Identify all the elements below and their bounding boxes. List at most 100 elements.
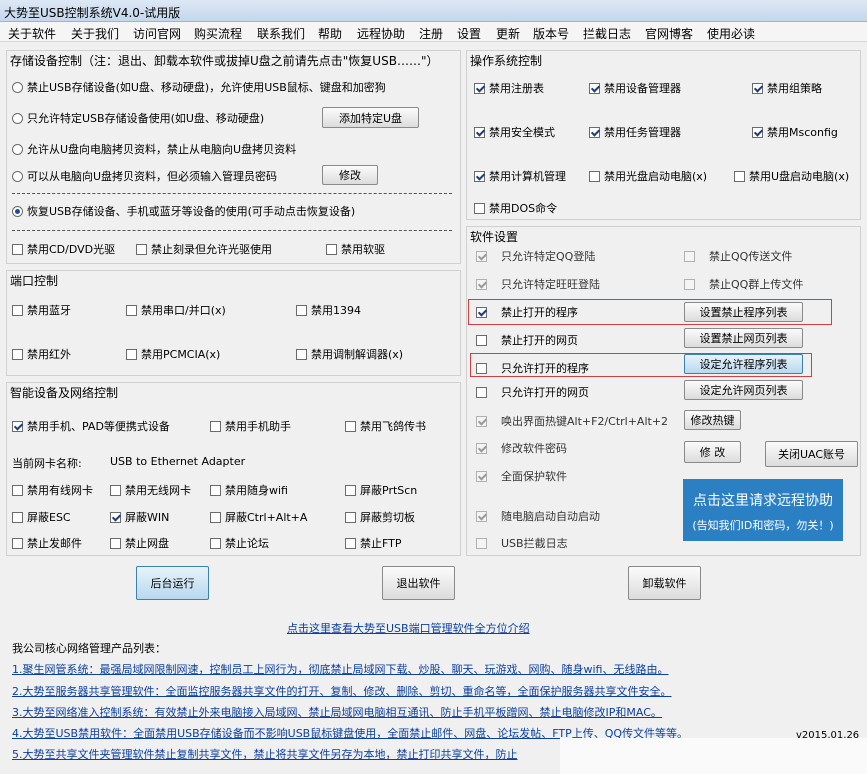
check-block-qq-file[interactable]: 禁止QQ传送文件: [684, 248, 792, 264]
check-disable-modem[interactable]: 禁用调制解调器(x): [296, 346, 403, 362]
product-link-1[interactable]: 1.聚生网管系统：最强局域网限制网速，控制员工上网行为，彻底禁止局域网下载、炒股…: [12, 661, 668, 677]
check-block-programs[interactable]: 禁止打开的程序: [476, 304, 578, 320]
menu-remote-assist[interactable]: 远程协助: [357, 25, 405, 42]
checkbox[interactable]: [476, 470, 487, 482]
check-block-ftp[interactable]: 禁止FTP: [345, 535, 402, 551]
product-link-2[interactable]: 2.大势至服务器共享管理软件：全面监控服务器共享文件的打开、复制、修改、删除、剪…: [12, 683, 672, 699]
checkbox[interactable]: [326, 243, 337, 255]
checkbox[interactable]: [210, 484, 221, 496]
checkbox[interactable]: [110, 537, 121, 549]
check-disable-bluetooth[interactable]: 禁用蓝牙: [12, 302, 71, 318]
check-allow-only-webpages[interactable]: 只允许打开的网页: [476, 384, 589, 400]
checkbox[interactable]: [210, 537, 221, 549]
checkbox[interactable]: [110, 511, 121, 523]
menu-contact[interactable]: 联系我们: [257, 25, 305, 42]
checkbox[interactable]: [12, 537, 23, 549]
checkbox[interactable]: [12, 304, 23, 316]
checkbox[interactable]: [684, 278, 695, 290]
checkbox[interactable]: [210, 511, 221, 523]
check-disable-safe-mode[interactable]: 禁用安全模式: [474, 124, 555, 140]
check-block-email[interactable]: 禁止发邮件: [12, 535, 82, 551]
checkbox[interactable]: [476, 537, 487, 549]
check-usb-block-log[interactable]: USB拦截日志: [476, 535, 568, 551]
modify-hotkey-button[interactable]: 修改热键: [684, 410, 741, 430]
checkbox[interactable]: [476, 362, 487, 374]
add-specific-usb-button[interactable]: 添加特定U盘: [322, 107, 419, 128]
menu-register[interactable]: 注册: [419, 25, 443, 42]
set-allowed-programs-button[interactable]: 设定允许程序列表: [684, 354, 803, 374]
checkbox[interactable]: [126, 304, 137, 316]
check-disable-group-policy[interactable]: 禁用组策略: [752, 80, 822, 96]
checkbox[interactable]: [474, 202, 485, 214]
checkbox[interactable]: [476, 250, 487, 262]
check-disable-serial-parallel[interactable]: 禁用串口/并口(x): [126, 302, 226, 318]
check-disable-wired-nic[interactable]: 禁用有线网卡: [12, 482, 93, 498]
checkbox[interactable]: [126, 348, 137, 360]
menu-must-read[interactable]: 使用必读: [707, 25, 755, 42]
check-block-esc[interactable]: 屏蔽ESC: [12, 509, 71, 525]
check-block-win[interactable]: 屏蔽WIN: [110, 509, 169, 525]
uninstall-software-button[interactable]: 卸载软件: [628, 566, 701, 600]
checkbox[interactable]: [476, 386, 487, 398]
checkbox[interactable]: [474, 170, 485, 182]
close-uac-button[interactable]: 关闭UAC账号: [765, 441, 858, 467]
background-run-button[interactable]: 后台运行: [136, 566, 209, 600]
check-disable-infrared[interactable]: 禁用红外: [12, 346, 71, 362]
check-full-protection[interactable]: 全面保护软件: [476, 468, 567, 484]
checkbox[interactable]: [476, 278, 487, 290]
radio-block-usb-storage[interactable]: 禁止USB存储设备(如U盘、移动硬盘)，允许使用USB鼠标、键盘和加密狗: [12, 79, 386, 95]
check-block-prtscn[interactable]: 屏蔽PrtScn: [345, 482, 417, 498]
check-block-forum[interactable]: 禁止论坛: [210, 535, 269, 551]
check-disable-msconfig[interactable]: 禁用Msconfig: [752, 124, 838, 140]
product-link-3[interactable]: 3.大势至网络准入控制系统：有效禁止外来电脑接入局域网、禁止局域网电脑相互通讯、…: [12, 704, 662, 720]
radio-restore-usb[interactable]: 恢复USB存储设备、手机或蓝牙等设备的使用(可手动点击恢复设备): [12, 203, 355, 219]
checkbox[interactable]: [589, 82, 600, 94]
menu-block-log[interactable]: 拦截日志: [583, 25, 631, 42]
checkbox[interactable]: [345, 420, 356, 432]
checkbox[interactable]: [476, 415, 487, 427]
modify-password-button[interactable]: 修改: [322, 165, 378, 185]
check-allow-specific-wangwang[interactable]: 只允许特定旺旺登陆: [476, 276, 600, 292]
checkbox[interactable]: [589, 170, 600, 182]
menu-visit-site[interactable]: 访问官网: [133, 25, 181, 42]
check-modify-software-password[interactable]: 修改软件密码: [476, 440, 567, 456]
check-disable-cd-boot[interactable]: 禁用光盘启动电脑(x): [589, 168, 707, 184]
checkbox[interactable]: [345, 537, 356, 549]
check-disable-phone-assistant[interactable]: 禁用手机助手: [210, 418, 291, 434]
radio-indicator[interactable]: [12, 205, 23, 217]
checkbox[interactable]: [12, 243, 23, 255]
check-allow-specific-qq[interactable]: 只允许特定QQ登陆: [476, 248, 595, 264]
checkbox[interactable]: [734, 170, 745, 182]
check-disable-wireless-nic[interactable]: 禁用无线网卡: [110, 482, 191, 498]
menu-settings[interactable]: 设置: [457, 25, 481, 42]
check-disable-task-manager[interactable]: 禁用任务管理器: [589, 124, 681, 140]
radio-indicator[interactable]: [12, 81, 23, 93]
check-disable-floppy[interactable]: 禁用软驱: [326, 241, 385, 257]
check-block-ctrl-alt-a[interactable]: 屏蔽Ctrl+Alt+A: [210, 509, 307, 525]
checkbox[interactable]: [136, 243, 147, 255]
checkbox[interactable]: [684, 250, 695, 262]
check-block-qq-group-upload[interactable]: 禁止QQ群上传文件: [684, 276, 803, 292]
checkbox[interactable]: [589, 126, 600, 138]
checkbox[interactable]: [296, 304, 307, 316]
checkbox[interactable]: [476, 334, 487, 346]
checkbox[interactable]: [12, 348, 23, 360]
checkbox[interactable]: [752, 126, 763, 138]
check-disable-dos[interactable]: 禁用DOS命令: [474, 200, 557, 216]
checkbox[interactable]: [474, 126, 485, 138]
checkbox[interactable]: [474, 82, 485, 94]
check-disable-cd-dvd[interactable]: 禁用CD/DVD光驱: [12, 241, 115, 257]
menu-update[interactable]: 更新: [496, 25, 520, 42]
radio-indicator[interactable]: [12, 112, 23, 124]
checkbox[interactable]: [12, 420, 23, 432]
checkbox[interactable]: [296, 348, 307, 360]
check-block-netdisk[interactable]: 禁止网盘: [110, 535, 169, 551]
check-disable-feige[interactable]: 禁用飞鸽传书: [345, 418, 426, 434]
check-block-clipboard[interactable]: 屏蔽剪切板: [345, 509, 415, 525]
checkbox[interactable]: [345, 511, 356, 523]
checkbox[interactable]: [752, 82, 763, 94]
check-hotkey[interactable]: 唤出界面热键Alt+F2/Ctrl+Alt+2: [476, 413, 668, 429]
check-disable-registry[interactable]: 禁用注册表: [474, 80, 544, 96]
modify-password-button-2[interactable]: 修 改: [684, 441, 741, 463]
checkbox[interactable]: [110, 484, 121, 496]
